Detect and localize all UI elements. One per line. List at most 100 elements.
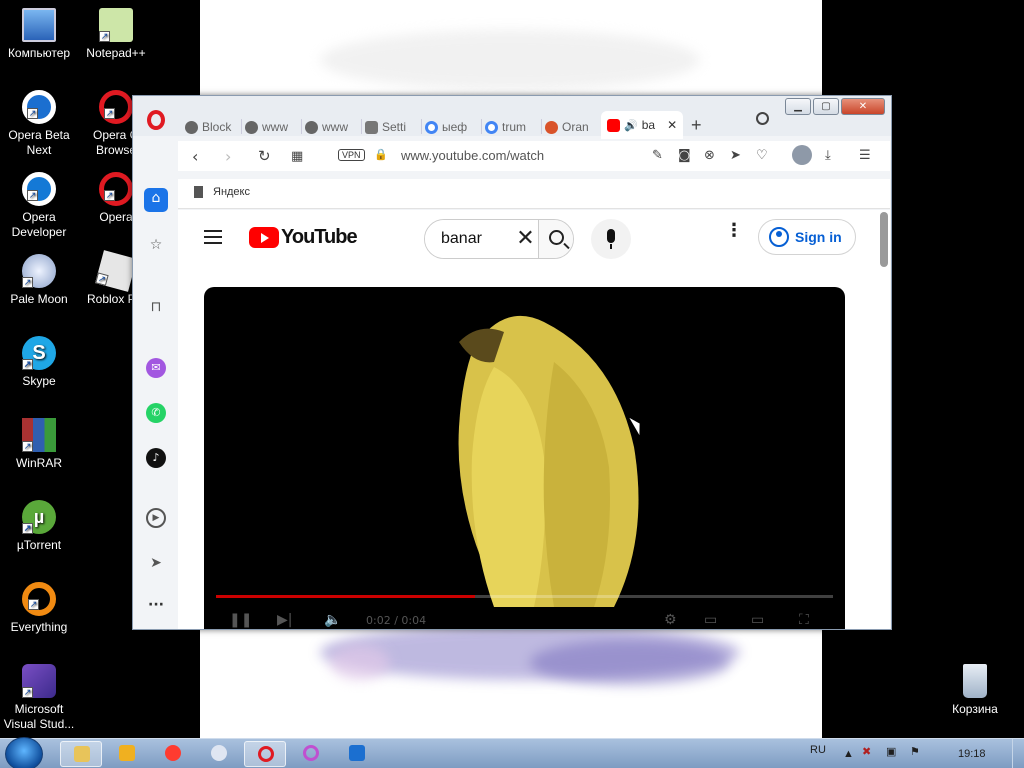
pale-moon-icon bbox=[211, 745, 227, 761]
more-options-icon[interactable]: ⋮ bbox=[725, 222, 743, 240]
desktop-icon-opera-beta[interactable]: ↗ Opera Beta Next bbox=[0, 90, 78, 158]
desktop-icon-recycle-bin[interactable]: Корзина bbox=[936, 664, 1014, 717]
time-display: 0:02 / 0:04 bbox=[366, 614, 427, 627]
taskbar: RU ▲ ✖ ▣ ⚑ 19:18 bbox=[0, 737, 1024, 768]
heart-icon[interactable]: ♡ bbox=[756, 148, 768, 163]
action-center-flag-icon[interactable]: ⚑ bbox=[910, 745, 920, 758]
easy-setup-icon[interactable]: ☰ bbox=[859, 148, 871, 163]
start-button[interactable] bbox=[5, 737, 43, 768]
new-tab-button[interactable]: + bbox=[691, 114, 702, 136]
vpn-badge[interactable]: VPN bbox=[338, 149, 365, 161]
tab-google-1[interactable]: ыеф bbox=[425, 116, 482, 138]
opera-icon bbox=[258, 746, 274, 762]
search-input[interactable] bbox=[425, 220, 513, 258]
winrar-icon: ↗ bbox=[22, 418, 56, 452]
fullscreen-icon[interactable]: ⛶ bbox=[799, 612, 809, 628]
tab-youtube-active[interactable]: 🔊 ba ✕ bbox=[601, 111, 683, 139]
taskbar-opera[interactable] bbox=[244, 741, 286, 767]
close-button[interactable]: ✕ bbox=[841, 98, 885, 115]
video-player[interactable]: ❚❚ ▶| 🔈 0:02 / 0:04 ⚙ ▭ ▭ ⛶ bbox=[204, 287, 845, 629]
network-icon[interactable]: ▣ bbox=[886, 745, 896, 758]
volume-button[interactable]: 🔈 bbox=[324, 612, 341, 628]
lock-icon[interactable]: 🔒 bbox=[374, 148, 388, 161]
whatsapp-icon[interactable]: ✆ bbox=[146, 403, 166, 423]
voice-search-button[interactable] bbox=[591, 219, 631, 259]
profile-icon[interactable] bbox=[792, 145, 812, 165]
desktop-icon-computer[interactable]: Компьютер bbox=[0, 8, 78, 61]
search-icon bbox=[549, 230, 564, 245]
url-field[interactable]: www.youtube.com/watch bbox=[401, 148, 544, 163]
taskbar-explorer[interactable] bbox=[60, 741, 102, 767]
settings-icon[interactable]: ⚙ bbox=[664, 612, 677, 628]
tab-orange[interactable]: Oran bbox=[545, 116, 602, 138]
tab-www-2[interactable]: www bbox=[305, 116, 362, 138]
tab-search-icon[interactable] bbox=[756, 112, 769, 125]
tab-close-icon[interactable]: ✕ bbox=[667, 118, 677, 132]
account-icon bbox=[769, 227, 789, 247]
sign-in-button[interactable]: Sign in bbox=[758, 219, 856, 255]
theater-mode-icon[interactable]: ▭ bbox=[751, 612, 764, 628]
taskbar-opera-developer[interactable] bbox=[336, 741, 378, 767]
tiktok-icon[interactable]: ♪ bbox=[146, 448, 166, 468]
messenger-icon[interactable]: ✉ bbox=[146, 358, 166, 378]
desktop-icon-pale-moon[interactable]: ↗ Pale Moon bbox=[0, 254, 78, 307]
star-icon[interactable]: ☆ bbox=[146, 235, 166, 255]
clock[interactable]: 19:18 bbox=[958, 748, 986, 760]
player-icon[interactable]: ▶ bbox=[146, 508, 166, 528]
volume-muted-icon[interactable]: ✖ bbox=[862, 745, 871, 758]
desktop-icon-utorrent[interactable]: µ ↗ µTorrent bbox=[0, 500, 78, 553]
miniplayer-icon[interactable]: ▭ bbox=[704, 612, 717, 628]
camera-icon[interactable]: ◙ bbox=[678, 148, 691, 163]
download-icon[interactable]: ⤓ bbox=[825, 148, 831, 163]
show-desktop-button[interactable] bbox=[1012, 739, 1024, 768]
desktop-icon-notepadpp[interactable]: ↗ Notepad++ bbox=[77, 8, 155, 61]
taskbar-media-player[interactable] bbox=[106, 741, 148, 767]
tab-strip: Block www www Setti ыеф trum Oran 🔊 ba ✕… bbox=[133, 96, 891, 139]
tab-block[interactable]: Block bbox=[185, 116, 242, 138]
forward-button[interactable]: › bbox=[225, 147, 231, 166]
send-icon[interactable]: ➤ bbox=[146, 553, 166, 573]
globe-icon bbox=[305, 120, 318, 134]
opera-menu-icon[interactable] bbox=[147, 110, 165, 130]
language-indicator[interactable]: RU bbox=[810, 744, 826, 756]
speaker-icon[interactable]: 🔊 bbox=[624, 119, 638, 132]
youtube-page: YouTube ✕ ⋮ Sign in bbox=[178, 210, 890, 629]
minimize-button[interactable]: ▁ bbox=[785, 98, 811, 115]
youtube-logo[interactable]: YouTube bbox=[249, 226, 358, 249]
taskbar-opera-gx[interactable] bbox=[290, 741, 332, 767]
youtube-favicon-icon bbox=[607, 118, 620, 132]
reload-button[interactable]: ↻ bbox=[258, 147, 271, 165]
desktop-icon-winrar[interactable]: ↗ WinRAR bbox=[0, 418, 78, 471]
taskbar-pale-moon[interactable] bbox=[198, 741, 240, 767]
search-button[interactable] bbox=[538, 220, 573, 258]
pause-button[interactable]: ❚❚ bbox=[229, 612, 252, 628]
send-icon[interactable]: ➤ bbox=[730, 148, 741, 163]
video-controls: ❚❚ ▶| 🔈 0:02 / 0:04 ⚙ ▭ ▭ ⛶ bbox=[229, 612, 829, 629]
home-icon[interactable]: ⌂ bbox=[144, 188, 168, 212]
tab-www-1[interactable]: www bbox=[245, 116, 302, 138]
adblock-icon[interactable]: ⊗ bbox=[704, 148, 715, 163]
desktop-icon-everything[interactable]: ↗ Everything bbox=[0, 582, 78, 635]
bookmark-yandex[interactable]: Яндекс bbox=[194, 186, 250, 198]
video-progress-bar[interactable] bbox=[216, 595, 833, 598]
back-button[interactable]: ‹ bbox=[192, 147, 198, 166]
tray-expand-icon[interactable]: ▲ bbox=[843, 748, 854, 760]
hamburger-menu-icon[interactable] bbox=[204, 230, 222, 244]
tab-settings[interactable]: Setti bbox=[365, 116, 422, 138]
page-scrollbar[interactable] bbox=[880, 212, 888, 267]
maximize-button[interactable]: ▢ bbox=[813, 98, 839, 115]
edit-icon[interactable]: ✎ bbox=[652, 148, 663, 163]
document-icon bbox=[194, 186, 203, 198]
tab-grid-icon[interactable]: ▦ bbox=[291, 149, 303, 164]
desktop-icon-opera-developer[interactable]: ↗ Opera Developer bbox=[0, 172, 78, 240]
tab-google-2[interactable]: trum bbox=[485, 116, 542, 138]
taskbar-yandex[interactable] bbox=[152, 741, 194, 767]
shopping-bag-icon[interactable]: ⊓ bbox=[146, 297, 166, 317]
next-button[interactable]: ▶| bbox=[277, 612, 292, 628]
browser-window: Block www www Setti ыеф trum Oran 🔊 ba ✕… bbox=[132, 95, 892, 630]
more-icon[interactable]: ··· bbox=[146, 595, 166, 615]
desktop-icon-skype[interactable]: S ↗ Skype bbox=[0, 336, 78, 389]
globe-icon bbox=[245, 120, 258, 134]
desktop-icon-visual-studio[interactable]: ↗ Microsoft Visual Stud... bbox=[0, 664, 78, 732]
clear-search-icon[interactable]: ✕ bbox=[513, 220, 538, 258]
